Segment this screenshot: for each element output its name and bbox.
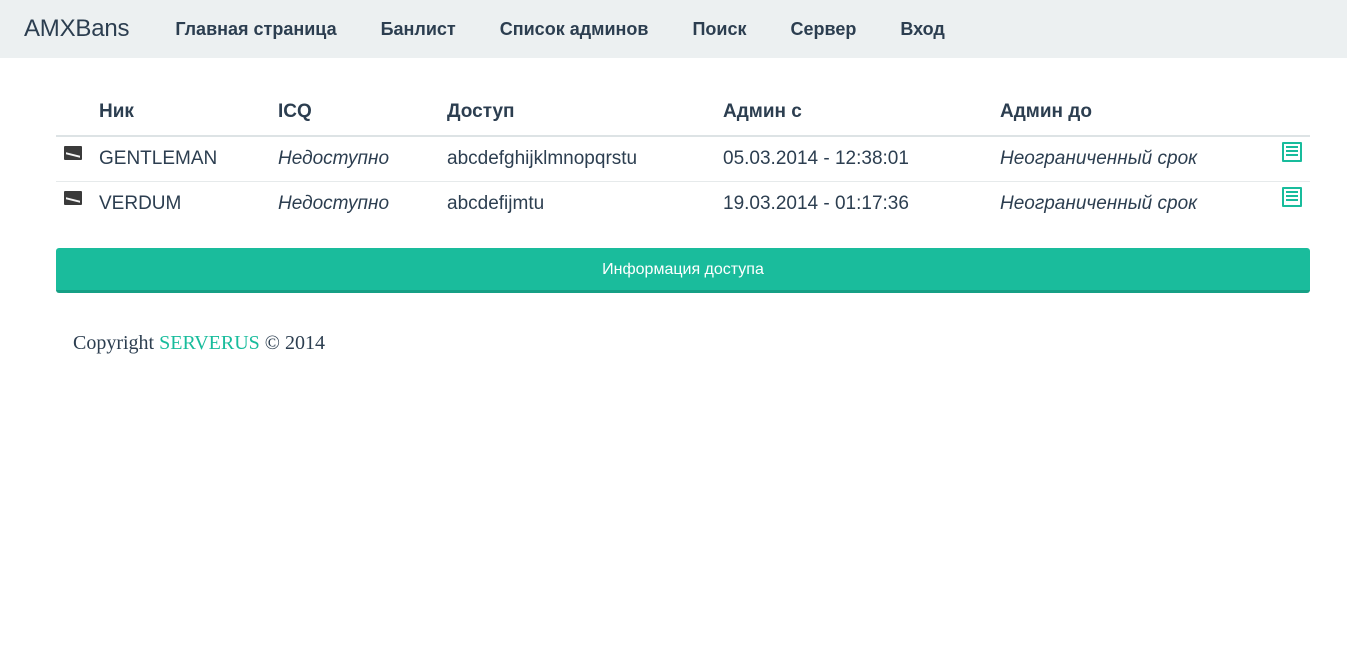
admin-table: Ник ICQ Доступ Админ с Админ до GENTLEMA… xyxy=(56,88,1310,226)
header-detail-cell xyxy=(1270,88,1310,137)
navbar: AMXBans Главная страница Банлист Список … xyxy=(0,0,1347,58)
icq-cell: Недоступно xyxy=(278,193,390,214)
envelope-icon[interactable] xyxy=(64,191,82,205)
mail-cell xyxy=(56,136,99,182)
table-row[interactable]: GENTLEMAN Недоступно abcdefghijklmnopqrs… xyxy=(56,136,1310,182)
list-icon[interactable] xyxy=(1282,142,1302,162)
nick-cell: VERDUM xyxy=(99,193,182,214)
footer-suffix: © 2014 xyxy=(264,332,325,354)
admin-table-container: Ник ICQ Доступ Админ с Админ до GENTLEMA… xyxy=(56,88,1310,226)
nav-search[interactable]: Поиск xyxy=(692,19,746,40)
icq-cell: Недоступно xyxy=(278,136,447,182)
mail-cell xyxy=(56,182,99,227)
nav-banlist[interactable]: Банлист xyxy=(381,19,456,40)
detail-cell xyxy=(1270,182,1310,227)
admin-to-cell: Неограниченный срок xyxy=(1000,193,1198,214)
table-row[interactable]: VERDUM Недоступно abcdefijmtu 19.03.2014… xyxy=(56,182,1310,227)
table-header-row: Ник ICQ Доступ Админ с Админ до xyxy=(56,88,1310,137)
header-admin-to: Админ до xyxy=(1000,88,1270,137)
nav-server[interactable]: Сервер xyxy=(790,19,856,40)
access-info-button[interactable]: Информация доступа xyxy=(56,248,1310,293)
admin-to-cell: Неограниченный срок xyxy=(1000,136,1270,182)
footer-link[interactable]: SERVERUS xyxy=(159,332,260,354)
list-icon[interactable] xyxy=(1282,187,1302,207)
header-icq: ICQ xyxy=(278,88,447,137)
nav-login[interactable]: Вход xyxy=(900,19,945,40)
nav-home[interactable]: Главная страница xyxy=(175,19,336,40)
detail-cell xyxy=(1270,136,1310,182)
footer: Copyright SERVERUS © 2014 xyxy=(73,332,325,355)
envelope-icon[interactable] xyxy=(64,146,82,160)
header-nick: Ник xyxy=(99,88,278,137)
admin-from-cell: 19.03.2014 - 01:17:36 xyxy=(723,193,909,214)
nick-cell: GENTLEMAN xyxy=(99,136,278,182)
header-icon-cell xyxy=(56,88,99,137)
nav-admin-list[interactable]: Список админов xyxy=(500,19,649,40)
header-admin-from: Админ с xyxy=(723,88,1000,137)
access-cell: abcdefghijklmnopqrstu xyxy=(447,136,723,182)
brand-logo[interactable]: AMXBans xyxy=(24,15,130,43)
header-access: Доступ xyxy=(447,88,723,137)
footer-prefix: Copyright xyxy=(73,332,155,354)
admin-from-cell: 05.03.2014 - 12:38:01 xyxy=(723,136,1000,182)
access-cell: abcdefijmtu xyxy=(447,193,545,214)
